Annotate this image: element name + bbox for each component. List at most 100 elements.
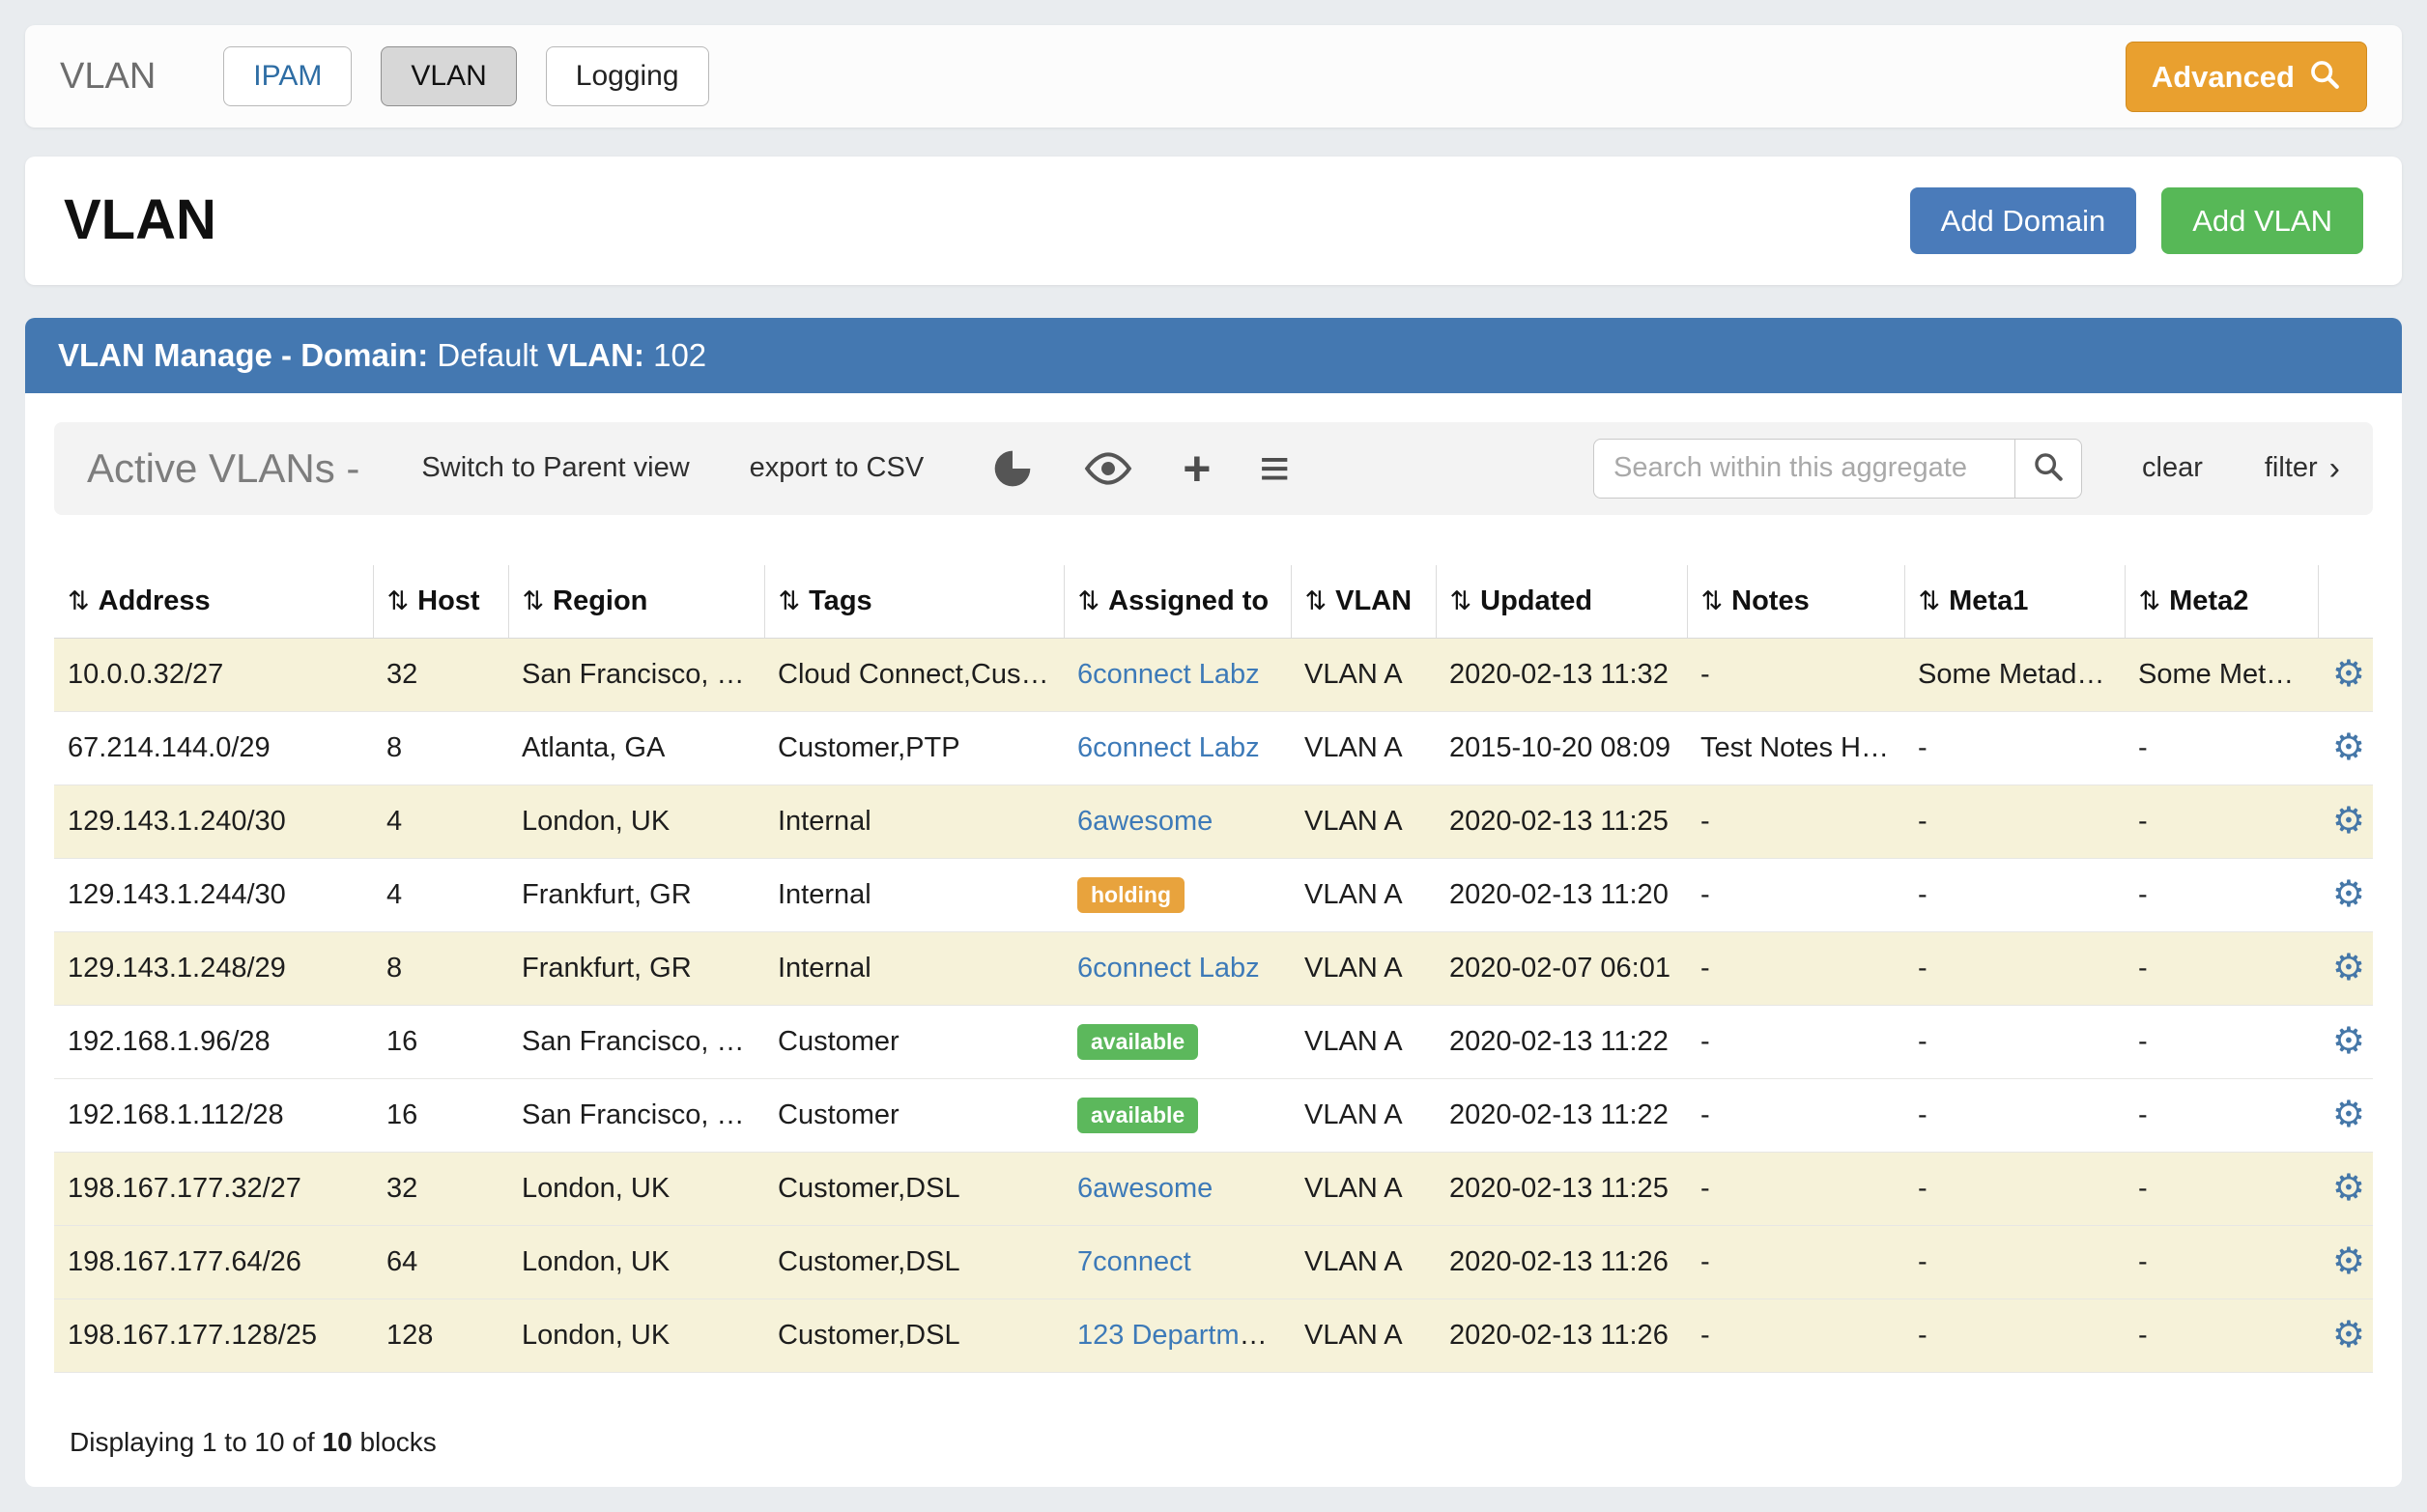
page: VLAN IPAM VLAN Logging Advanced VLAN Add… — [0, 0, 2427, 1512]
cell-meta1: - — [1904, 785, 2125, 858]
cell-host: 4 — [373, 858, 508, 931]
column-header-tags[interactable]: ⇅ Tags — [764, 565, 1064, 639]
cell-host: 32 — [373, 638, 508, 711]
tab-ipam[interactable]: IPAM — [223, 46, 352, 106]
column-label: Tags — [809, 585, 872, 616]
export-csv-link[interactable]: export to CSV — [750, 452, 925, 484]
switch-parent-view-link[interactable]: Switch to Parent view — [421, 452, 689, 484]
gear-icon[interactable]: ⚙ — [2332, 1095, 2365, 1135]
assigned-to-link[interactable]: 123 Department… — [1077, 1320, 1291, 1351]
cell-vlan: VLAN A — [1291, 785, 1436, 858]
search-icon — [2032, 450, 2065, 486]
add-vlan-button[interactable]: Add VLAN — [2161, 187, 2363, 254]
status-badge: holding — [1077, 877, 1185, 913]
column-label: Assigned to — [1108, 585, 1269, 616]
gear-icon[interactable]: ⚙ — [2332, 1315, 2365, 1355]
tab-logging[interactable]: Logging — [546, 46, 709, 106]
gear-icon[interactable]: ⚙ — [2332, 727, 2365, 768]
cell-updated: 2020-02-13 11:32 — [1436, 638, 1687, 711]
assigned-to-link[interactable]: 6awesome — [1077, 806, 1213, 837]
cell-region: Atlanta, GA — [508, 711, 764, 785]
column-header-vlan[interactable]: ⇅VLAN — [1291, 565, 1436, 639]
gear-icon[interactable]: ⚙ — [2332, 948, 2365, 988]
sort-icon: ⇅ — [1450, 586, 1472, 615]
column-header-assigned-to[interactable]: ⇅Assigned to — [1064, 565, 1291, 639]
gear-icon[interactable]: ⚙ — [2332, 1021, 2365, 1062]
tab-vlan[interactable]: VLAN — [381, 46, 516, 106]
assigned-to-link[interactable]: 6connect Labz — [1077, 659, 1260, 690]
eye-icon[interactable] — [1082, 451, 1134, 486]
table-row: 129.143.1.244/304Frankfurt, GRInternalho… — [54, 858, 2373, 931]
column-label: Meta2 — [2169, 585, 2248, 616]
clear-link[interactable]: clear — [2142, 452, 2203, 484]
cell-host: 8 — [373, 711, 508, 785]
cell-updated: 2015-10-20 08:09 — [1436, 711, 1687, 785]
search-icon — [2308, 58, 2341, 96]
cell-region: London, UK — [508, 1225, 764, 1298]
cell-assigned-to: 6awesome — [1064, 785, 1291, 858]
gear-icon[interactable]: ⚙ — [2332, 801, 2365, 842]
cell-actions: ⚙ — [2318, 858, 2373, 931]
table-row: 192.168.1.112/2816San Francisco, CACusto… — [54, 1078, 2373, 1152]
gear-icon[interactable]: ⚙ — [2332, 874, 2365, 915]
table-row: 10.0.0.32/2732San Francisco, CACloud Con… — [54, 638, 2373, 711]
assigned-to-link[interactable]: 6connect Labz — [1077, 953, 1260, 984]
top-navigation-bar: VLAN IPAM VLAN Logging Advanced — [25, 25, 2402, 128]
column-header-address[interactable]: ⇅Address — [54, 565, 373, 639]
gear-icon[interactable]: ⚙ — [2332, 654, 2365, 695]
assigned-to-link[interactable]: 7connect — [1077, 1246, 1191, 1277]
cell-assigned-to: 6connect Labz — [1064, 638, 1291, 711]
search-input[interactable] — [1593, 439, 2014, 499]
sort-icon: ⇅ — [1919, 586, 1941, 615]
cell-address: 198.167.177.64/26 — [54, 1225, 373, 1298]
cell-address: 192.168.1.96/28 — [54, 1005, 373, 1078]
cell-host: 128 — [373, 1298, 508, 1372]
column-header-meta2[interactable]: ⇅Meta2 — [2125, 565, 2318, 639]
advanced-search-button[interactable]: Advanced — [2126, 42, 2367, 112]
column-header-meta1[interactable]: ⇅Meta1 — [1904, 565, 2125, 639]
nav-tabs: IPAM VLAN Logging — [223, 46, 708, 106]
page-header: VLAN Add Domain Add VLAN — [25, 157, 2402, 285]
column-header-notes[interactable]: ⇅Notes — [1687, 565, 1904, 639]
plus-icon[interactable]: + — [1183, 444, 1211, 493]
table-header-row: ⇅Address⇅Host⇅Region⇅Tags⇅Assigned to⇅VL… — [54, 565, 2373, 639]
cell-actions: ⚙ — [2318, 785, 2373, 858]
filter-link[interactable]: filter› — [2265, 452, 2340, 485]
cell-meta1: - — [1904, 858, 2125, 931]
cell-meta2: - — [2125, 1078, 2318, 1152]
cell-tags: Internal — [764, 858, 1064, 931]
assigned-to-link[interactable]: 6awesome — [1077, 1173, 1213, 1204]
assigned-to-link[interactable]: 6connect Labz — [1077, 732, 1260, 763]
hamburger-menu-icon[interactable]: ≡ — [1259, 442, 1290, 495]
cell-actions: ⚙ — [2318, 1005, 2373, 1078]
cell-notes: - — [1687, 858, 1904, 931]
cell-meta2: - — [2125, 931, 2318, 1005]
sort-icon: ⇅ — [1701, 586, 1724, 615]
cell-region: Frankfurt, GR — [508, 858, 764, 931]
gear-icon[interactable]: ⚙ — [2332, 1241, 2365, 1282]
table-row: 198.167.177.128/25128London, UKCustomer,… — [54, 1298, 2373, 1372]
cell-tags: Customer,DSL — [764, 1225, 1064, 1298]
add-domain-button[interactable]: Add Domain — [1910, 187, 2137, 254]
page-title: VLAN — [64, 188, 216, 253]
cell-vlan: VLAN A — [1291, 1152, 1436, 1225]
app-title: VLAN — [60, 56, 156, 98]
cell-meta2: - — [2125, 711, 2318, 785]
column-header-updated[interactable]: ⇅Updated — [1436, 565, 1687, 639]
cell-actions: ⚙ — [2318, 1152, 2373, 1225]
cell-vlan: VLAN A — [1291, 1298, 1436, 1372]
column-header-region[interactable]: ⇅Region — [508, 565, 764, 639]
sort-icon: ⇅ — [523, 586, 545, 615]
pie-chart-icon[interactable] — [991, 447, 1034, 490]
vlan-table-body: 10.0.0.32/2732San Francisco, CACloud Con… — [54, 638, 2373, 1372]
column-header-host[interactable]: ⇅Host — [373, 565, 508, 639]
cell-meta1: - — [1904, 931, 2125, 1005]
sort-icon: ⇅ — [779, 586, 801, 615]
panel-body: Active VLANs - Switch to Parent view exp… — [25, 393, 2402, 1487]
cell-actions: ⚙ — [2318, 931, 2373, 1005]
table-row: 129.143.1.240/304London, UKInternal6awes… — [54, 785, 2373, 858]
cell-assigned-to: available — [1064, 1005, 1291, 1078]
search-button[interactable] — [2014, 439, 2082, 499]
gear-icon[interactable]: ⚙ — [2332, 1168, 2365, 1209]
cell-tags: Customer,PTP — [764, 711, 1064, 785]
